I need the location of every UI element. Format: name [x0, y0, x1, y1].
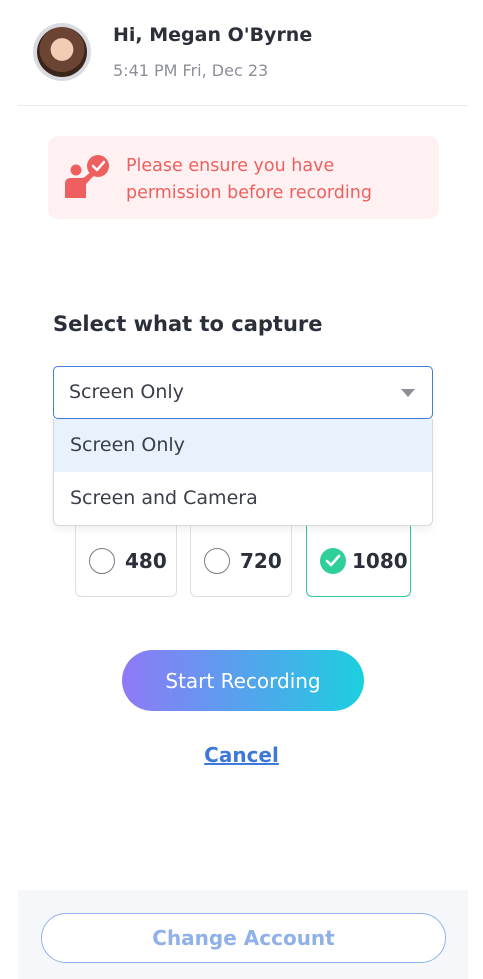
resolution-option-480[interactable]: 480 — [75, 523, 177, 597]
dropdown-option-screen-only[interactable]: Screen Only — [54, 419, 432, 472]
datetime-text: 5:41 PM Fri, Dec 23 — [113, 61, 269, 80]
change-account-button[interactable]: Change Account — [41, 913, 446, 963]
permission-notice-text: Please ensure you have permission before… — [126, 156, 372, 203]
start-recording-button[interactable]: Start Recording — [122, 650, 364, 711]
capture-mode-select[interactable]: Screen Only — [53, 366, 433, 419]
check-circle-icon — [320, 548, 346, 574]
radio-unchecked-icon — [89, 548, 115, 574]
greeting-text: Hi, Megan O'Byrne — [113, 24, 313, 46]
avatar — [33, 23, 91, 81]
cancel-link[interactable]: Cancel — [204, 743, 279, 767]
footer: Change Account — [18, 890, 468, 979]
permission-notice: Please ensure you have permission before… — [48, 136, 439, 219]
resolution-label: 720 — [240, 549, 282, 573]
resolution-option-720[interactable]: 720 — [190, 523, 292, 597]
resolution-label: 1080 — [352, 549, 408, 573]
capture-mode-selected-value: Screen Only — [69, 381, 184, 403]
resolution-label: 480 — [125, 549, 167, 573]
account-header: Hi, Megan O'Byrne 5:41 PM Fri, Dec 23 — [18, 0, 468, 106]
person-speech-check-icon — [65, 155, 109, 198]
avatar-photo — [37, 27, 87, 77]
resolution-option-1080[interactable]: 1080 — [306, 523, 411, 597]
chevron-down-icon — [401, 389, 415, 397]
cancel-link-row: Cancel — [0, 743, 483, 767]
radio-unchecked-icon — [204, 548, 230, 574]
capture-mode-dropdown: Screen Only Screen and Camera — [53, 419, 433, 526]
dropdown-option-screen-and-camera[interactable]: Screen and Camera — [54, 472, 432, 525]
capture-section-title: Select what to capture — [53, 312, 323, 336]
